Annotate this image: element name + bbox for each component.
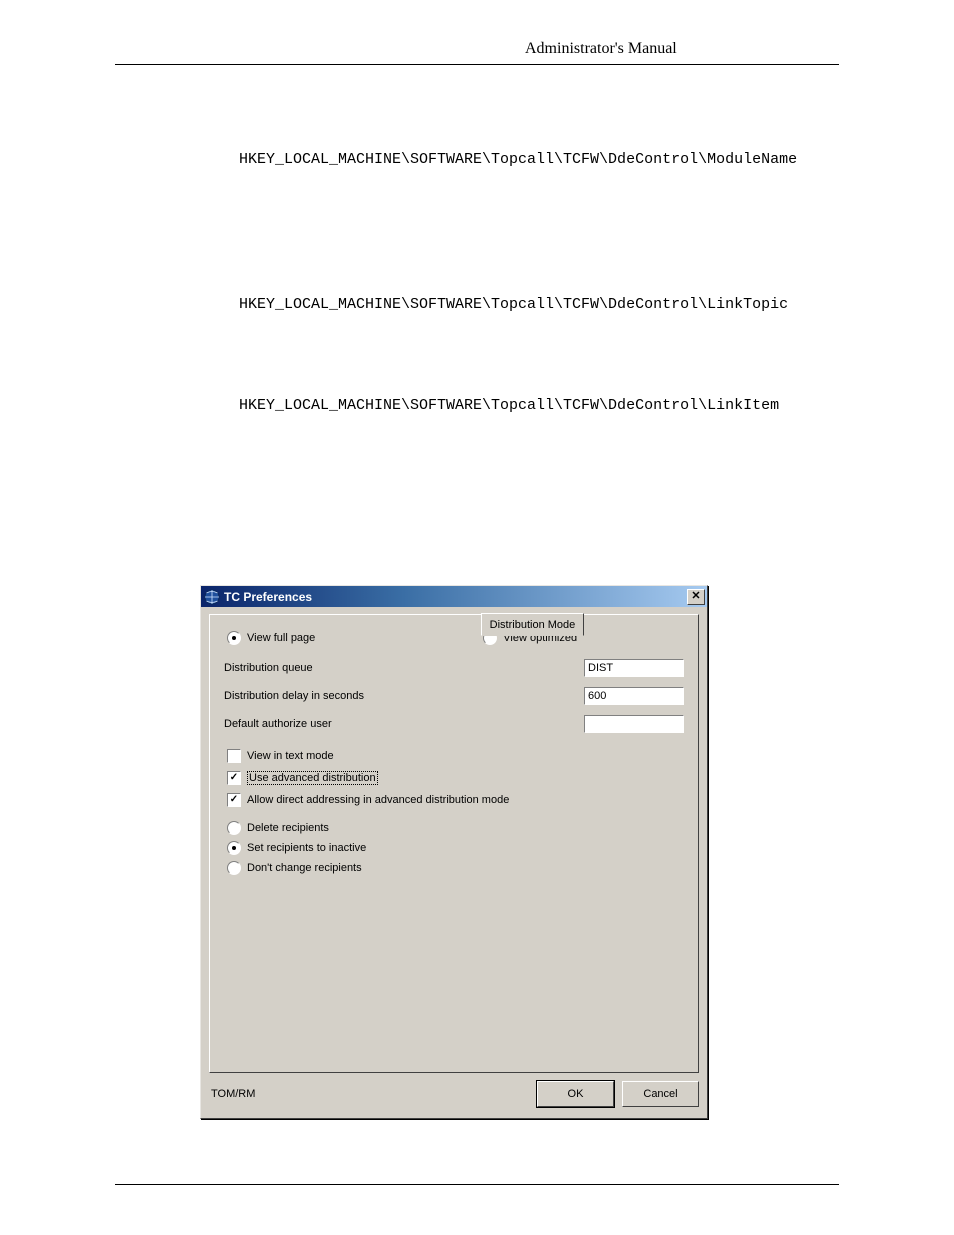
label-distribution-delay: Distribution delay in seconds	[224, 690, 584, 702]
ok-button[interactable]: OK	[537, 1081, 614, 1107]
input-authorize-user[interactable]	[584, 715, 684, 733]
check-icon: ✓	[230, 773, 238, 783]
radio-dot-icon	[232, 636, 236, 640]
radio-icon	[227, 821, 241, 835]
page-header: Administrator's Manual	[115, 40, 839, 65]
button-label: OK	[568, 1088, 584, 1100]
radio-icon	[227, 861, 241, 875]
radio-set-recipients-inactive[interactable]: Set recipients to inactive	[227, 841, 366, 855]
close-button[interactable]: ✕	[687, 589, 705, 605]
radio-label: Set recipients to inactive	[247, 842, 366, 854]
checkbox-advanced-distribution[interactable]: ✓ Use advanced distribution	[227, 771, 378, 785]
tab-label: Distribution Mode	[490, 619, 576, 631]
page-footer-rule	[115, 1184, 839, 1185]
checkbox-view-text-mode[interactable]: View in text mode	[227, 749, 334, 763]
checkbox-icon: ✓	[227, 793, 241, 807]
input-distribution-delay[interactable]: 600	[584, 687, 684, 705]
tab-content-distribution: View full page View optimized Distributi…	[209, 614, 699, 1073]
radio-label: Delete recipients	[247, 822, 329, 834]
header-title: Administrator's Manual	[525, 40, 677, 58]
dialog-footer: TOM/RM OK Cancel	[209, 1082, 699, 1106]
radio-view-full-page[interactable]: View full page	[227, 631, 315, 645]
checkbox-label: Use advanced distribution	[247, 771, 378, 785]
registry-path-linktopic: HKEY_LOCAL_MACHINE\SOFTWARE\Topcall\TCFW…	[239, 296, 839, 313]
radio-delete-recipients[interactable]: Delete recipients	[227, 821, 329, 835]
app-icon	[204, 589, 220, 605]
checkbox-label: Allow direct addressing in advanced dist…	[247, 794, 509, 806]
checkbox-allow-direct-addressing[interactable]: ✓ Allow direct addressing in advanced di…	[227, 793, 509, 807]
checkbox-icon: ✓	[227, 771, 241, 785]
radio-dot-icon	[232, 846, 236, 850]
titlebar: TC Preferences ✕	[201, 586, 707, 607]
check-icon: ✓	[230, 795, 238, 805]
label-authorize-user: Default authorize user	[224, 718, 584, 730]
radio-icon	[227, 631, 241, 645]
tab-distribution-mode[interactable]: Distribution Mode	[481, 613, 585, 636]
radio-dont-change-recipients[interactable]: Don't change recipients	[227, 861, 362, 875]
radio-label: Don't change recipients	[247, 862, 362, 874]
checkbox-label: View in text mode	[247, 750, 334, 762]
dialog-title: TC Preferences	[224, 590, 687, 604]
preferences-dialog: TC Preferences ✕ General Settings DDE Co…	[200, 585, 708, 1119]
status-text: TOM/RM	[209, 1088, 529, 1100]
radio-icon	[227, 841, 241, 855]
radio-label: View full page	[247, 632, 315, 644]
cancel-button[interactable]: Cancel	[622, 1081, 699, 1107]
input-distribution-queue[interactable]: DIST	[584, 659, 684, 677]
button-label: Cancel	[643, 1088, 677, 1100]
registry-path-linkitem: HKEY_LOCAL_MACHINE\SOFTWARE\Topcall\TCFW…	[239, 397, 839, 414]
close-icon: ✕	[691, 591, 700, 602]
label-distribution-queue: Distribution queue	[224, 662, 584, 674]
registry-path-modulename: HKEY_LOCAL_MACHINE\SOFTWARE\Topcall\TCFW…	[239, 151, 839, 168]
checkbox-icon	[227, 749, 241, 763]
